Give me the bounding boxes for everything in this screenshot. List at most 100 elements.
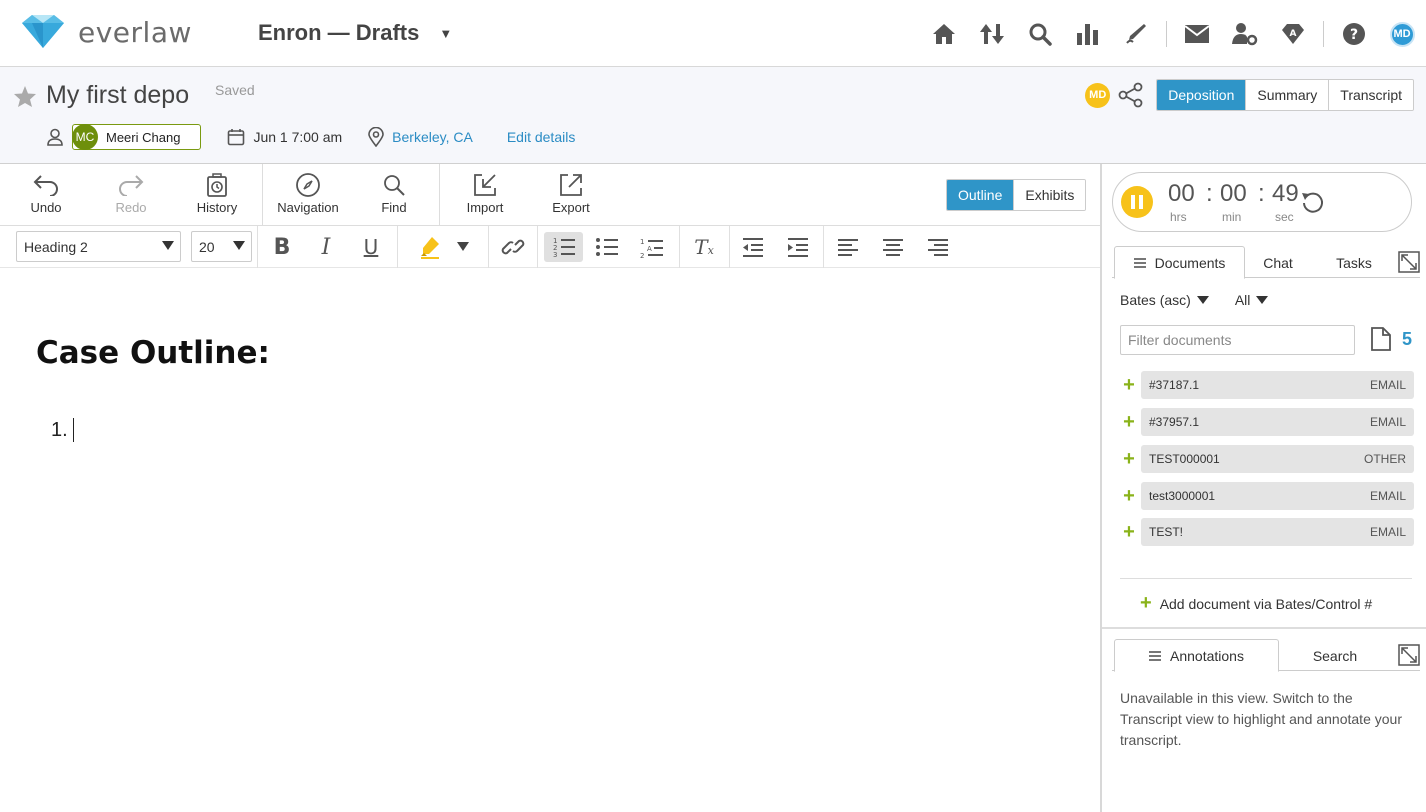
document-chip[interactable]: test3000001 EMAIL: [1141, 482, 1414, 510]
add-icon[interactable]: +: [1118, 374, 1140, 397]
sort-dropdown[interactable]: Bates (asc): [1120, 292, 1209, 308]
project-selector[interactable]: Enron — Drafts ▼: [258, 20, 452, 46]
underline-button[interactable]: U: [355, 232, 387, 262]
user-menu[interactable]: MD: [1378, 18, 1426, 50]
expand-icon[interactable]: [1398, 251, 1420, 273]
bold-button[interactable]: B: [266, 232, 298, 262]
undo-label: Undo: [30, 200, 62, 215]
align-left-button[interactable]: [832, 232, 864, 262]
export-icon: [558, 170, 584, 200]
document-id: TEST!: [1149, 525, 1184, 539]
search-icon[interactable]: [1016, 18, 1064, 50]
tab-documents[interactable]: Documents: [1114, 246, 1245, 279]
tab-search[interactable]: Search: [1302, 639, 1368, 672]
paragraph-style-select[interactable]: Heading 2: [16, 231, 181, 262]
document-chip[interactable]: TEST! EMAIL: [1141, 518, 1414, 546]
highlight-color-dropdown[interactable]: [447, 232, 479, 262]
import-button[interactable]: Import: [450, 170, 520, 220]
type-filter-label: All: [1234, 292, 1251, 308]
svg-text:A: A: [647, 245, 652, 253]
home-icon[interactable]: [920, 18, 968, 50]
outline-list-button[interactable]: 1A2: [636, 232, 668, 262]
tab-deposition[interactable]: Deposition: [1157, 80, 1246, 110]
pause-button[interactable]: [1121, 186, 1153, 218]
transfer-icon[interactable]: [968, 18, 1016, 50]
header-actions: MD Deposition Summary Transcript: [1085, 79, 1414, 111]
indent-button[interactable]: [782, 232, 814, 262]
list-item[interactable]: 1.: [51, 418, 74, 442]
add-icon[interactable]: +: [1118, 521, 1140, 544]
analytics-icon[interactable]: [1064, 18, 1112, 50]
add-icon[interactable]: +: [1118, 448, 1140, 471]
bullet-list-button[interactable]: [591, 232, 623, 262]
tab-chat[interactable]: Chat: [1248, 246, 1308, 279]
timer-hours-label: hrs: [1170, 210, 1187, 224]
witness-chip[interactable]: MC Meeri Chang: [72, 124, 202, 150]
outline-heading[interactable]: Case Outline:: [36, 335, 270, 371]
toolbar-divider: [823, 226, 824, 268]
tab-annotations-label: Annotations: [1170, 647, 1244, 664]
history-button[interactable]: History: [182, 170, 252, 220]
list-item[interactable]: + TEST! EMAIL: [1118, 518, 1414, 546]
toolbar-divider: [729, 226, 730, 268]
link-button[interactable]: [497, 232, 529, 262]
outdent-button[interactable]: [737, 232, 769, 262]
filter-documents-input[interactable]: Filter documents: [1120, 325, 1355, 355]
add-icon[interactable]: +: [1118, 485, 1140, 508]
add-document-button[interactable]: + Add document via Bates/Control #: [1140, 592, 1372, 615]
brand-name: everlaw: [78, 15, 192, 49]
star-icon[interactable]: [13, 85, 37, 111]
deposition-title[interactable]: My first depo: [46, 81, 189, 110]
navigation-button[interactable]: Navigation: [273, 170, 343, 220]
location-link[interactable]: Berkeley, CA: [392, 129, 473, 145]
tab-outline[interactable]: Outline: [947, 180, 1014, 210]
document-id: test3000001: [1149, 489, 1216, 503]
list-item[interactable]: + test3000001 EMAIL: [1118, 482, 1414, 510]
align-right-button[interactable]: [922, 232, 954, 262]
tab-transcript[interactable]: Transcript: [1328, 80, 1413, 110]
redo-button[interactable]: Redo: [96, 170, 166, 220]
paragraph-style-value: Heading 2: [24, 238, 88, 255]
svg-text:3: 3: [553, 251, 557, 259]
tab-exhibits[interactable]: Exhibits: [1013, 180, 1086, 210]
tab-tasks[interactable]: Tasks: [1324, 246, 1384, 279]
clear-formatting-button[interactable]: Tx: [688, 232, 720, 262]
align-center-button[interactable]: [877, 232, 909, 262]
type-filter-dropdown[interactable]: All: [1235, 292, 1269, 308]
document-chip[interactable]: #37187.1 EMAIL: [1141, 371, 1414, 399]
everlaw-logo[interactable]: everlaw: [20, 14, 192, 50]
tab-summary[interactable]: Summary: [1245, 80, 1329, 110]
timer-minutes-label: min: [1222, 210, 1242, 224]
italic-button[interactable]: I: [310, 232, 342, 262]
pen-icon[interactable]: [1112, 18, 1160, 50]
document-chip[interactable]: TEST000001 OTHER: [1141, 445, 1414, 473]
location-pin-icon: [368, 127, 384, 147]
expand-icon[interactable]: [1398, 644, 1420, 666]
reset-timer-icon[interactable]: [1301, 190, 1325, 217]
toolbar-divider: [679, 226, 680, 268]
toolbar-divider: [397, 226, 398, 268]
document-chip[interactable]: #37957.1 EMAIL: [1141, 408, 1414, 436]
edit-details-link[interactable]: Edit details: [507, 129, 575, 145]
find-button[interactable]: Find: [359, 170, 429, 220]
mail-icon[interactable]: [1173, 18, 1221, 50]
list-item[interactable]: + #37957.1 EMAIL: [1118, 408, 1414, 436]
collaborator-avatar[interactable]: MD: [1085, 82, 1111, 108]
date-text: Jun 1 7:00 am: [253, 129, 343, 145]
numbered-list-button[interactable]: 123: [544, 232, 583, 262]
list-item[interactable]: + #37187.1 EMAIL: [1118, 371, 1414, 399]
font-size-select[interactable]: 20: [191, 231, 252, 262]
outline-editor[interactable]: Case Outline: 1.: [0, 268, 1100, 812]
gem-icon[interactable]: A: [1269, 18, 1317, 50]
pause-icon: [1131, 195, 1143, 209]
help-icon[interactable]: ?: [1330, 18, 1378, 50]
share-icon[interactable]: [1118, 82, 1144, 108]
add-icon[interactable]: +: [1118, 411, 1140, 434]
tab-annotations[interactable]: Annotations: [1114, 639, 1279, 672]
clear-formatting-icon: Tx: [694, 235, 714, 259]
export-button[interactable]: Export: [536, 170, 606, 220]
highlight-button[interactable]: [414, 232, 446, 262]
admin-icon[interactable]: [1221, 18, 1269, 50]
list-item[interactable]: + TEST000001 OTHER: [1118, 445, 1414, 473]
undo-button[interactable]: Undo: [11, 170, 81, 220]
